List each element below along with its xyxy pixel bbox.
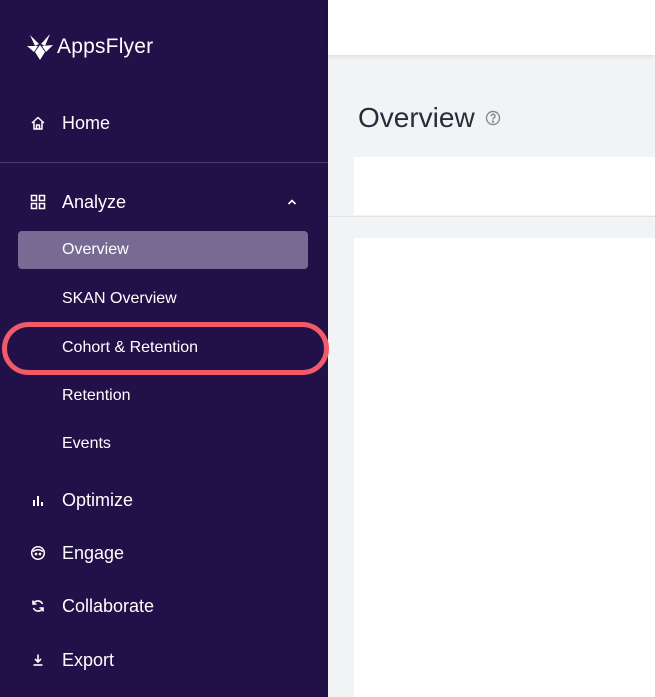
sidebar-divider (0, 162, 328, 163)
sidebar-subitem-skan-overview[interactable]: SKAN Overview (18, 280, 308, 318)
sidebar-item-label: Analyze (62, 191, 127, 212)
filter-bar (354, 157, 655, 215)
top-bar (328, 0, 655, 55)
content-divider (328, 216, 655, 217)
sidebar-subitem-label: Retention (62, 387, 131, 404)
sidebar-item-label: Optimize (62, 489, 134, 510)
sync-icon (28, 596, 48, 616)
sidebar-item-optimize[interactable]: Optimize (0, 480, 328, 520)
page-title: Overview (358, 102, 501, 134)
sidebar-item-export[interactable]: Export (0, 640, 328, 680)
help-circle-icon[interactable] (485, 110, 501, 126)
brand-name: AppsFlyer (57, 35, 154, 58)
download-icon (28, 650, 48, 670)
sidebar-item-analyze[interactable]: Analyze (0, 182, 328, 222)
sidebar-item-label: Export (62, 649, 115, 670)
sidebar-item-label: Home (62, 112, 111, 133)
page-title-text: Overview (358, 102, 475, 133)
brand-logo[interactable]: AppsFlyer (26, 31, 153, 63)
sidebar-item-engage[interactable]: Engage (0, 533, 328, 573)
sidebar-subitem-label: Events (62, 435, 111, 452)
sidebar-subitem-events[interactable]: Events (18, 425, 308, 463)
sidebar-item-collaborate[interactable]: Collaborate (0, 586, 328, 626)
grid-icon (28, 192, 48, 212)
sidebar: AppsFlyer Home Analyze Overview SKAN Ove… (0, 0, 329, 697)
sidebar-subitem-label: Overview (62, 241, 129, 258)
bar-chart-icon (28, 490, 48, 510)
appsflyer-logo-icon (27, 34, 53, 60)
face-icon (28, 543, 48, 563)
sidebar-subitem-label: Cohort & Retention (62, 339, 199, 356)
sidebar-subitem-label: SKAN Overview (62, 290, 177, 307)
content-panel (354, 238, 655, 697)
sidebar-item-label: Engage (62, 542, 125, 563)
sidebar-subitem-overview[interactable]: Overview (18, 231, 308, 269)
sidebar-subitem-retention[interactable]: Retention (18, 377, 308, 415)
sidebar-item-home[interactable]: Home (0, 103, 328, 143)
sidebar-subitem-cohort-retention[interactable]: Cohort & Retention (18, 329, 308, 367)
sidebar-item-label: Collaborate (62, 595, 155, 616)
chevron-up-icon[interactable] (284, 194, 300, 210)
home-icon (28, 113, 48, 133)
